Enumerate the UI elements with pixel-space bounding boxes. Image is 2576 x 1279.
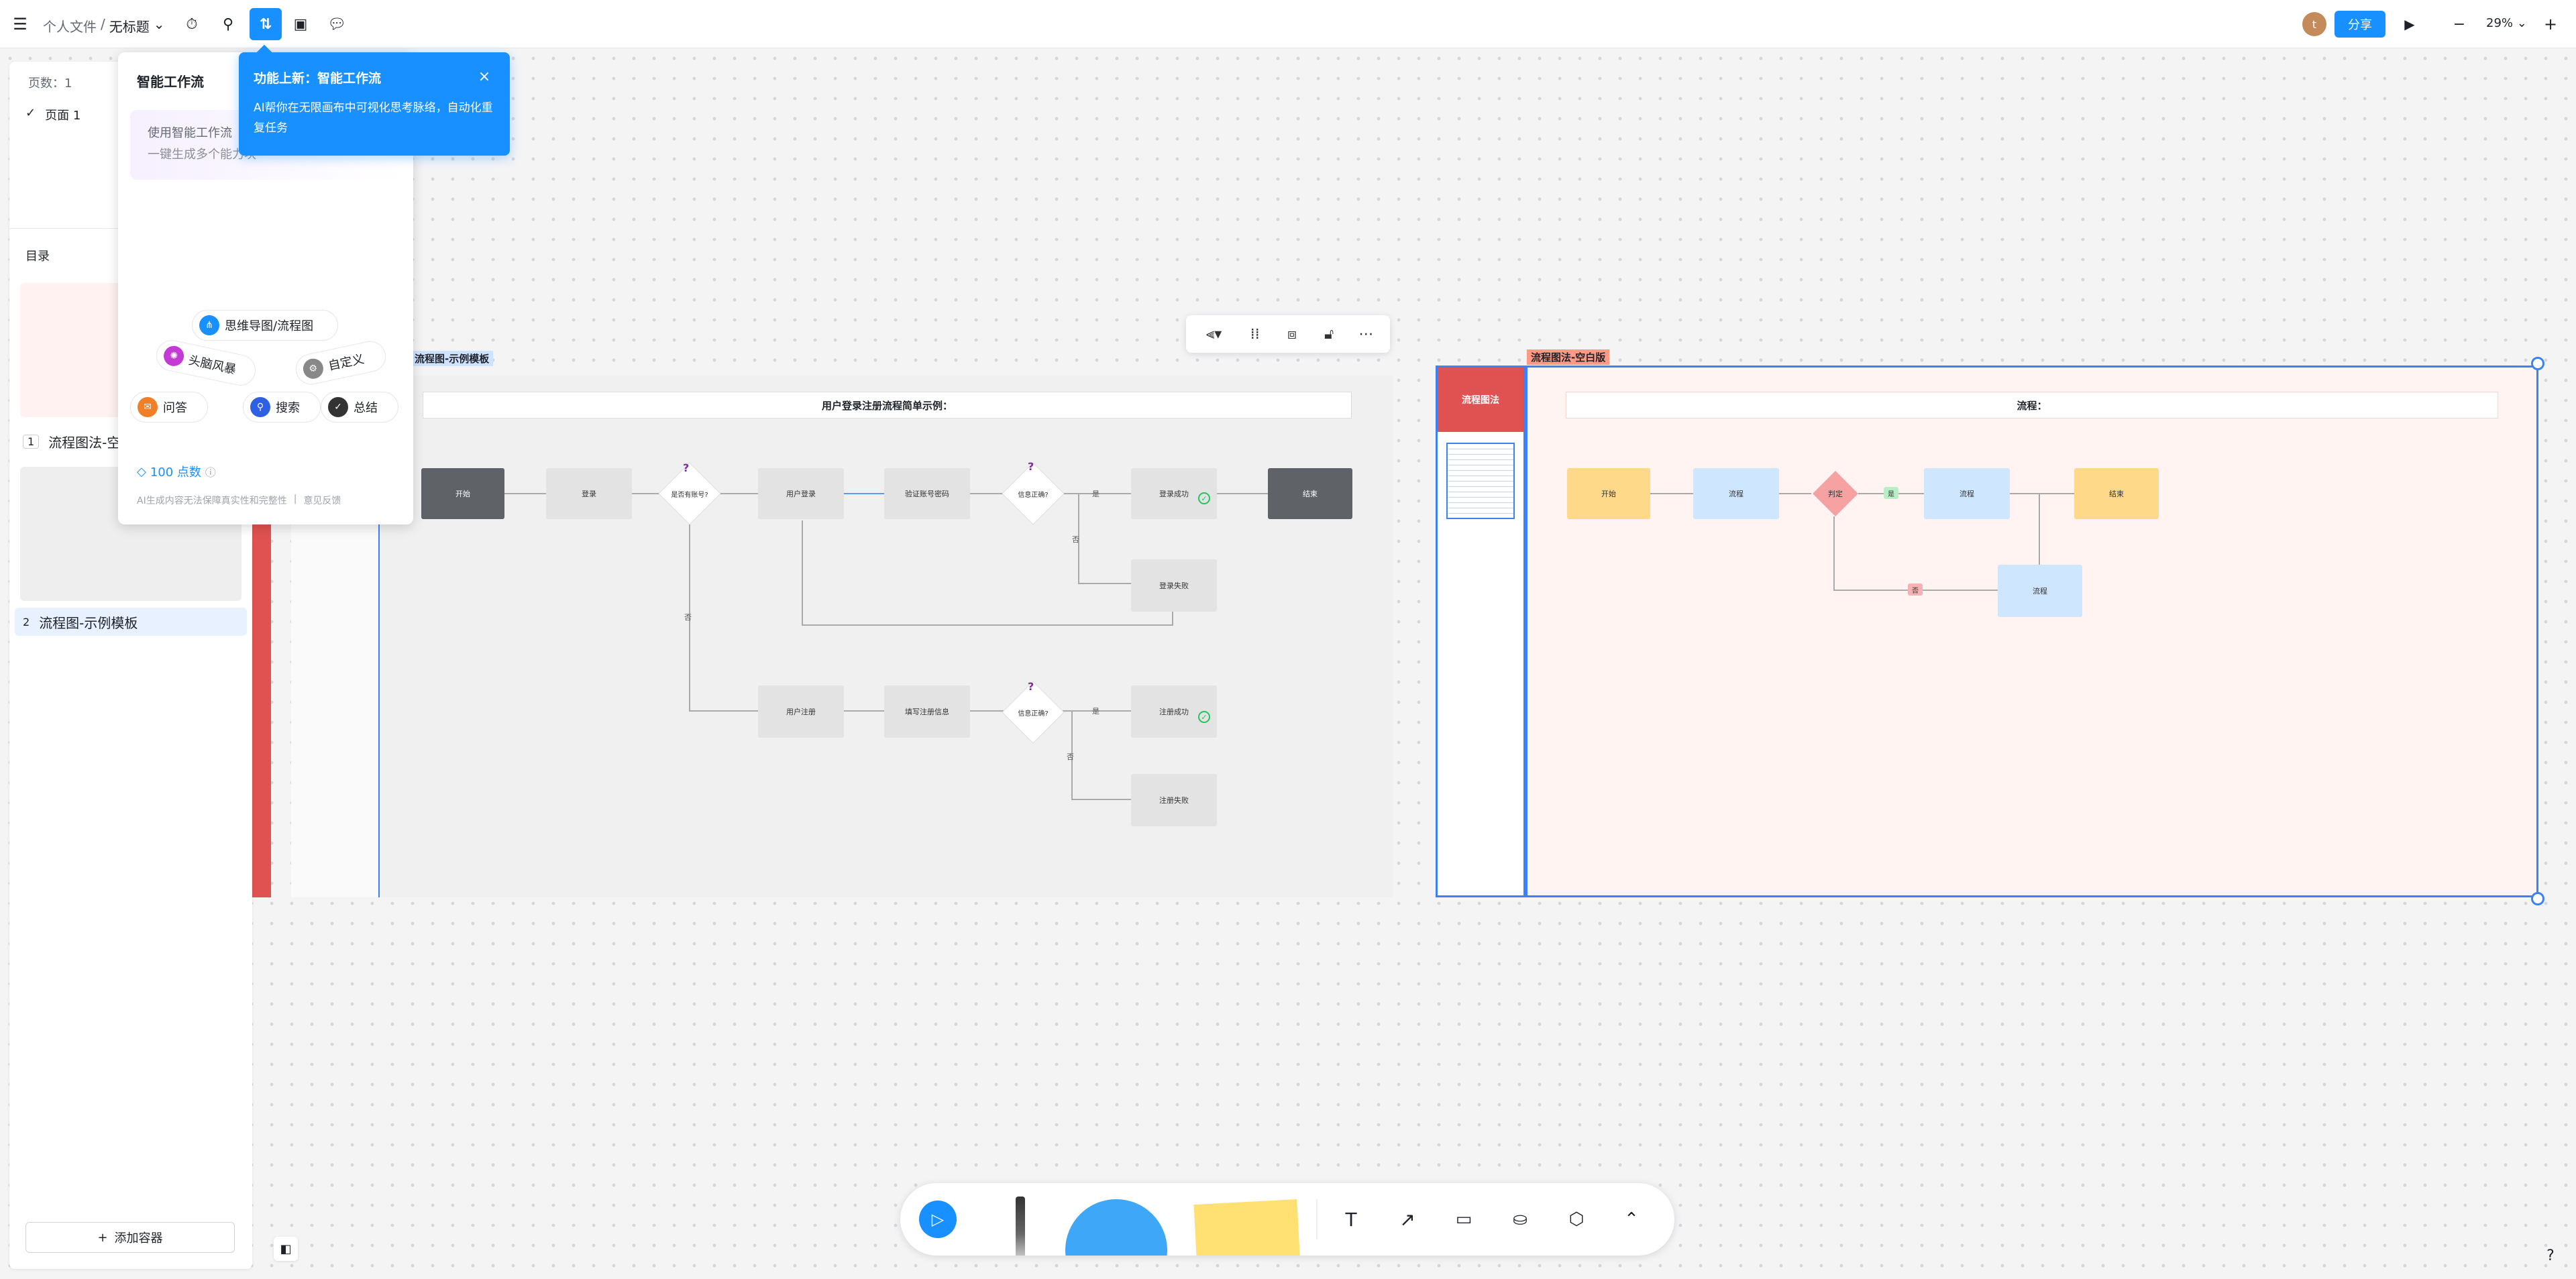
flow2-decision-label: 判定 [1828,490,1843,498]
feedback-link[interactable]: 意见反馈 [303,494,341,507]
chip-qa-label: 问答 [163,401,187,415]
tooltip-title: 功能上新：智能工作流 [254,71,382,86]
play-icon[interactable]: ▶ [2399,13,2420,35]
summary-icon: ✓ [328,397,348,417]
check-icon: ✓ [25,106,36,120]
panel-toggle-icon[interactable]: ◧ [274,1237,298,1261]
brainstorm-icon: ✺ [162,344,186,368]
breadcrumb-sep: / [101,16,105,32]
diamond-icon: ◇ [137,464,146,479]
bottom-toolbar: ▷ T ↗ ▭ ⛀ ⬡ ⌃ [900,1183,1674,1256]
toolbar-divider [1316,1199,1318,1239]
page-item-1-label: 页面 1 [45,109,81,123]
more-tools-icon[interactable]: ⌃ [1617,1205,1646,1234]
lock-icon[interactable]: 🔓︎ [1316,321,1342,347]
flow2-no-tag: 否 [1908,583,1923,596]
chip-summary-label: 总结 [354,401,378,415]
zoom-value: 29% [2486,16,2514,30]
zoom-out-icon[interactable]: − [2449,13,2470,35]
close-icon[interactable]: × [472,64,496,89]
zoom-level[interactable]: 29% ⌄ [2486,16,2527,30]
ai-card-line1: 使用智能工作流 [148,126,232,140]
history-icon[interactable]: ⏱ [181,13,203,35]
template-icon[interactable]: ▣ [290,13,311,35]
add-container-label: 添加容器 [114,1231,163,1245]
breadcrumb: 个人文件 / 无标题 ⌄ [43,16,165,36]
3d-shape-tool-icon[interactable]: ⬡ [1562,1205,1591,1234]
plus-icon: + [97,1230,108,1245]
help-icon: ⓘ [205,466,216,479]
points[interactable]: ◇ 100 点数 ⓘ [137,463,216,480]
divider: | [293,494,297,504]
share-button[interactable]: 分享 [2334,11,2385,38]
add-container-button[interactable]: + 添加容器 [25,1222,235,1253]
chip-search[interactable]: ⚲ 搜索 [243,392,321,423]
flow2-end[interactable]: 结束 [2074,468,2159,519]
chevron-down-icon[interactable]: ⌄ [154,16,165,36]
toc-item-1-num: 1 [23,435,40,449]
pen-tool[interactable] [1016,1197,1025,1256]
flow2-step1[interactable]: 流程 [1693,468,1779,519]
chip-custom-label: 自定义 [327,351,366,374]
custom-icon: ⚙ [301,356,325,381]
feature-tooltip: 功能上新：智能工作流 × AI帮你在无限画布中可视化思考脉络，自动化重复任务 [239,44,510,156]
grid-icon[interactable]: ⁞⁞ [1242,321,1269,347]
stamp-tool-icon[interactable]: ⛀ [1505,1205,1535,1234]
chip-mindmap-label: 思维导图/流程图 [225,319,314,333]
toc-title: 目录 [25,249,50,264]
ai-panel-title: 智能工作流 [137,74,204,90]
page-item-1[interactable]: ✓ 页面 1 [25,106,80,123]
points-value: 100 点数 [150,465,201,480]
disclaimer-text: AI生成内容无法保障真实性和完整性 [137,496,287,506]
top-bar: ☰ 个人文件 / 无标题 ⌄ ⏱ ⚲ ⇅ ▣ 💬︎ t 分享 ▶ − 29% ⌄… [0,0,2576,48]
chip-brainstorm-label: 头脑风暴 [187,353,237,378]
more-icon[interactable]: ⋯ [1352,321,1379,347]
frame-tool-icon[interactable]: ▭ [1449,1205,1479,1234]
text-tool-icon[interactable]: T [1336,1205,1366,1234]
search-icon: ⚲ [250,397,270,417]
connector-tool-icon[interactable]: ↗ [1393,1205,1422,1234]
chip-search-label: 搜索 [276,401,300,415]
sticky-note-tool[interactable] [1193,1199,1301,1256]
toc-item-2[interactable]: 2 流程图-示例模板 [15,608,247,636]
menu-icon[interactable]: ☰ [9,13,31,35]
flow2-step2[interactable]: 流程 [1924,468,2010,519]
chip-mindmap[interactable]: ⋔ 思维导图/流程图 [192,310,338,341]
tooltip-body: AI帮你在无限画布中可视化思考脉络，自动化重复任务 [254,101,493,135]
shape-tool-circle[interactable] [1065,1199,1167,1256]
chip-summary[interactable]: ✓ 总结 [321,392,398,423]
avatar[interactable]: t [2302,12,2326,36]
page-count: 页数：1 [28,76,72,91]
mindmap-icon: ⋔ [199,315,219,335]
select-tool-icon[interactable]: ▷ [919,1201,957,1238]
search-icon[interactable]: ⚲ [217,13,239,35]
help-icon[interactable]: ? [2540,1245,2561,1266]
ai-workflow-icon[interactable]: ⇅ [250,8,282,40]
breadcrumb-doc[interactable]: 无标题 [109,16,150,36]
flow2-yes-tag: 是 [1884,487,1898,499]
ai-disclaimer: AI生成内容无法保障真实性和完整性 | 意见反馈 [137,494,341,507]
align-left-icon[interactable]: ⫷▾ [1197,321,1232,347]
flow2-step3[interactable]: 流程 [1998,565,2082,617]
frame-toolbar: ⫷▾ ⁞⁞ ⧈ 🔓︎ ⋯ [1186,315,1390,353]
zoom-in-icon[interactable]: + [2540,13,2561,35]
breadcrumb-root[interactable]: 个人文件 [43,16,97,36]
flow2-start[interactable]: 开始 [1567,468,1650,519]
chip-brainstorm[interactable]: ✺ 头脑风暴 [153,337,259,389]
toc-item-2-num: 2 [23,615,30,628]
frame-fit-icon[interactable]: ⧈ [1279,321,1305,347]
chip-custom[interactable]: ⚙ 自定义 [292,338,389,388]
comment-icon[interactable]: 💬︎ [326,13,347,35]
toc-item-2-label: 流程图-示例模板 [39,614,138,631]
chip-qa[interactable]: ✉ 问答 [130,392,208,423]
qa-icon: ✉ [138,397,158,417]
